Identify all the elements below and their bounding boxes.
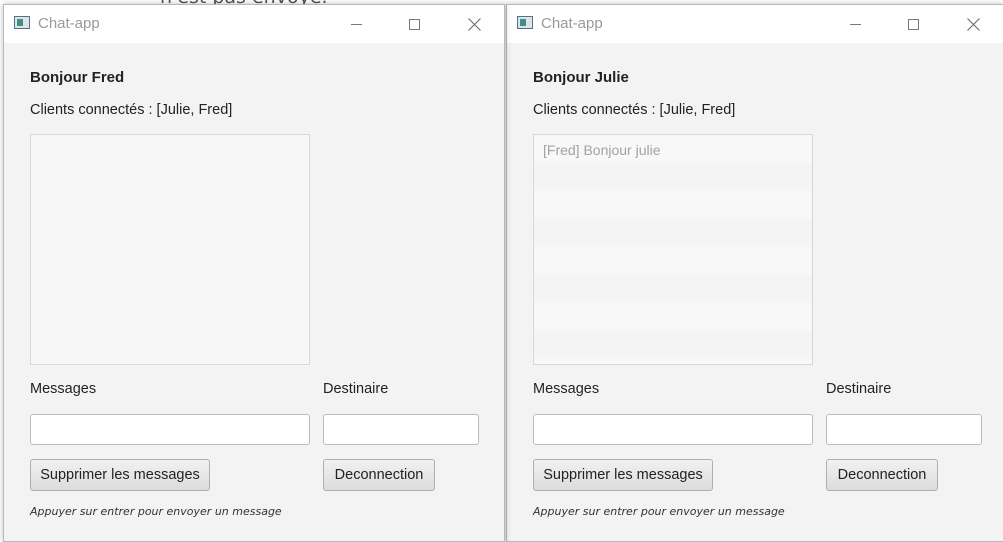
message-list[interactable]: [Fred] Bonjour julie [533, 134, 813, 365]
send-hint: Appuyer sur entrer pour envoyer un messa… [533, 505, 785, 518]
send-hint: Appuyer sur entrer pour envoyer un messa… [30, 505, 282, 518]
close-icon [467, 17, 481, 31]
window-content: Bonjour Julie Clients connectés : [Julie… [507, 43, 1003, 541]
connected-clients: Clients connectés : [Julie, Fred] [533, 102, 736, 118]
app-window-icon [517, 16, 533, 29]
window-content: Bonjour Fred Clients connectés : [Julie,… [4, 43, 504, 541]
maximize-icon [907, 18, 919, 30]
chat-window-fred: Chat-app Bonjour Fred Clients connectés … [3, 4, 505, 542]
clear-messages-button[interactable]: Supprimer les messages [533, 459, 713, 491]
minimize-button[interactable] [840, 11, 870, 37]
minimize-icon [849, 23, 861, 25]
greeting: Bonjour Julie [533, 69, 629, 86]
message-list[interactable] [30, 134, 310, 365]
window-title: Chat-app [541, 15, 603, 32]
destinataire-input[interactable] [323, 414, 479, 445]
maximize-icon [408, 18, 420, 30]
messages-label: Messages [30, 381, 97, 397]
title-bar[interactable]: Chat-app [507, 5, 1003, 43]
messages-label: Messages [533, 381, 600, 397]
clear-messages-button[interactable]: Supprimer les messages [30, 459, 210, 491]
destinataire-label: Destinaire [323, 381, 389, 397]
disconnect-button[interactable]: Deconnection [826, 459, 938, 491]
minimize-icon [350, 23, 362, 25]
maximize-button[interactable] [898, 11, 928, 37]
message-item[interactable]: [Fred] Bonjour julie [534, 135, 812, 163]
disconnect-button[interactable]: Deconnection [323, 459, 435, 491]
window-title: Chat-app [38, 15, 100, 32]
connected-clients: Clients connectés : [Julie, Fred] [30, 102, 233, 118]
destinataire-label: Destinaire [826, 381, 892, 397]
close-icon [966, 17, 980, 31]
close-button[interactable] [459, 11, 489, 37]
greeting: Bonjour Fred [30, 69, 125, 86]
maximize-button[interactable] [399, 11, 429, 37]
message-input[interactable] [533, 414, 813, 445]
title-bar[interactable]: Chat-app [4, 5, 504, 43]
minimize-button[interactable] [341, 11, 371, 37]
destinataire-input[interactable] [826, 414, 982, 445]
app-window-icon [14, 16, 30, 29]
close-button[interactable] [958, 11, 988, 37]
message-input[interactable] [30, 414, 310, 445]
chat-window-julie: Chat-app Bonjour Julie Clients connectés… [506, 4, 1003, 542]
